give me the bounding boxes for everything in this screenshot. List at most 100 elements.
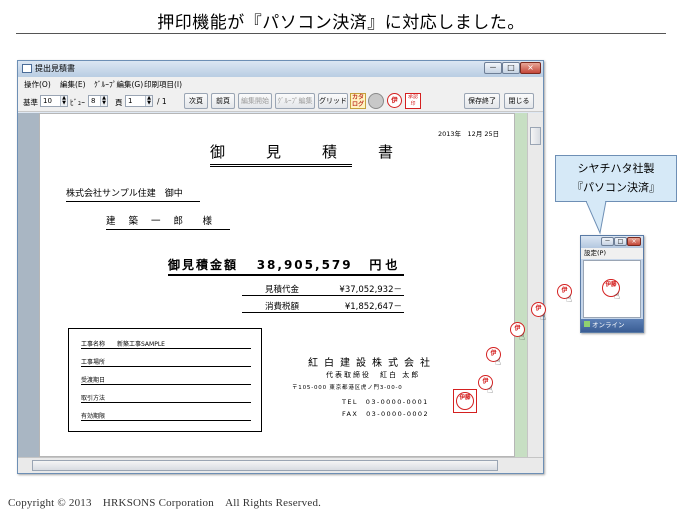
menu-group-edit[interactable]: ｸﾞﾙｰﾌﾟ編集(G) xyxy=(94,79,143,90)
callout-box: シヤチハタ社製 『パソコン決済』 xyxy=(555,155,677,202)
client-name: 株式会社サンプル住建 御中 xyxy=(66,186,200,202)
close-window-button[interactable]: × xyxy=(520,62,541,74)
menu-bar: 操作(O) 編集(E) ｸﾞﾙｰﾌﾟ編集(G) 印刷項目(I) xyxy=(18,77,543,90)
total-label: 御見積金額 xyxy=(168,258,239,272)
right-margin xyxy=(515,113,527,457)
slide-title: 押印機能が『パソコン決済』に対応しました。 xyxy=(157,13,525,33)
pc-settlement-window: － □ × 設定(P) 伊藤 ☝ オンライン xyxy=(580,235,644,333)
widget-maximize-button[interactable]: □ xyxy=(614,237,627,246)
vertical-scrollbar[interactable] xyxy=(527,113,543,457)
widget-menu-settings[interactable]: 設定(P) xyxy=(581,248,643,259)
menu-edit[interactable]: 編集(E) xyxy=(60,79,86,90)
seal-stamp: 伊藤 xyxy=(456,392,474,410)
info-row-location: 工事場所 xyxy=(81,357,251,367)
info-row-validity: 有効期限 xyxy=(81,411,251,421)
base-label: 基準 xyxy=(23,98,38,107)
estimate-value: ¥37,052,932－ xyxy=(339,285,402,295)
base-spinner[interactable]: 10 ▲ ▼ xyxy=(40,95,68,107)
disc-icon[interactable] xyxy=(368,93,384,109)
menu-operation[interactable]: 操作(O) xyxy=(24,79,51,90)
status-icon xyxy=(584,321,590,327)
info-label: 取引方法 xyxy=(81,395,106,402)
window-titlebar[interactable]: 提出見積書 － □ × xyxy=(18,61,543,77)
catalog-icon[interactable]: カタログ xyxy=(350,93,366,109)
client-person: 建 築 一 郎 様 xyxy=(106,213,230,230)
pointer-hand-icon: ☝ xyxy=(540,312,547,323)
document-date: 2013年 12月 25日 xyxy=(438,130,500,138)
page-value: 1 xyxy=(128,97,133,105)
estimate-window: 提出見積書 － □ × 操作(O) 編集(E) ｸﾞﾙｰﾌﾟ編集(G) 印刷項目… xyxy=(17,60,544,474)
pointer-hand-icon: ☝ xyxy=(566,294,573,305)
info-row-delivery: 受渡期日 xyxy=(81,375,251,385)
tax-row: 消費税額 ¥1,852,647－ xyxy=(242,300,404,313)
spinner-arrows-icon[interactable]: ▲ ▼ xyxy=(100,96,107,106)
pointer-hand-icon: ☝ xyxy=(487,385,494,396)
estimate-row: 見積代金 ¥37,052,932－ xyxy=(242,283,404,296)
seal-box: 伊藤 xyxy=(453,389,477,413)
company-address: 〒105-000 東京都港区虎ノ門3-00-0 xyxy=(292,385,403,391)
maximize-button[interactable]: □ xyxy=(502,62,520,74)
widget-titlebar[interactable]: － □ × xyxy=(581,236,643,248)
view-value: 8 xyxy=(91,97,96,105)
window-title: 提出見積書 xyxy=(35,64,75,73)
info-label: 工事場所 xyxy=(81,359,106,366)
view-label: ﾋﾞｭｰ xyxy=(70,98,85,107)
company-representative: 代表取締役 紅白 太郎 xyxy=(326,371,421,379)
toolbar: 基準 10 ▲ ▼ ﾋﾞｭｰ 8 ▲ ▼ 頁 1 ▲ ▼ / 1 次頁 前頁 編集開始 ｸﾞ… xyxy=(18,90,543,112)
info-row-payment: 取引方法 xyxy=(81,393,251,403)
menu-print-items[interactable]: 印刷項目(I) xyxy=(144,79,182,90)
next-page-button[interactable]: 次頁 xyxy=(184,93,208,109)
app-icon xyxy=(22,64,32,73)
company-fax: FAX 03-0000-0002 xyxy=(342,410,429,418)
pointer-hand-icon: ☝ xyxy=(614,291,621,302)
page-total: / 1 xyxy=(157,97,167,106)
company-name: 紅白建設株式会社 xyxy=(308,358,436,369)
save-exit-button[interactable]: 保存終了 xyxy=(464,93,500,109)
widget-status-text: オンライン xyxy=(592,321,625,329)
close-button[interactable]: 閉じる xyxy=(504,93,534,109)
minimize-button[interactable]: － xyxy=(484,62,502,74)
callout-line1: シヤチハタ社製 xyxy=(577,162,655,175)
info-row-project: 工事名称 新築工事SAMPLE xyxy=(81,339,251,349)
approval-stamp-icon[interactable]: 承認印 xyxy=(405,93,421,109)
base-value: 10 xyxy=(43,97,52,105)
widget-minimize-button[interactable]: － xyxy=(601,237,614,246)
callout-pointer xyxy=(586,201,607,235)
copyright: Copyright © 2013 HRKSONS Corporation All… xyxy=(8,497,322,509)
info-label: 有効期限 xyxy=(81,413,106,420)
spinner-arrows-icon[interactable]: ▲ ▼ xyxy=(60,96,67,106)
info-box: 工事名称 新築工事SAMPLE 工事場所 受渡期日 取引方法 有効期限 xyxy=(68,328,262,432)
edit-start-button[interactable]: 編集開始 xyxy=(238,93,272,109)
left-margin xyxy=(18,113,39,457)
widget-seal-area: 伊藤 ☝ xyxy=(583,260,641,318)
tax-value: ¥1,852,647－ xyxy=(344,302,402,312)
pointer-hand-icon: ☝ xyxy=(519,332,526,343)
title-divider xyxy=(16,33,666,34)
seal-stamp-icon[interactable]: 伊 xyxy=(387,93,402,108)
estimate-document: 2013年 12月 25日 御 見 積 書 株式会社サンプル住建 御中 建 築 … xyxy=(39,113,515,457)
total-amount: 御見積金額 38,905,579 円也 xyxy=(168,256,404,276)
info-label: 受渡期日 xyxy=(81,377,106,384)
info-value: 新築工事SAMPLE xyxy=(117,341,165,348)
total-value: 38,905,579 xyxy=(256,258,353,272)
spinner-arrows-icon[interactable]: ▲ ▼ xyxy=(145,96,152,106)
info-label: 工事名称 xyxy=(81,341,106,348)
page-spinner[interactable]: 1 ▲ ▼ xyxy=(125,95,153,107)
tax-label: 消費税額 xyxy=(265,302,300,312)
group-edit-button[interactable]: ｸﾞﾙｰﾌﾟ編集 xyxy=(275,93,315,109)
scroll-thumb[interactable] xyxy=(530,127,541,145)
document-heading: 御 見 積 書 xyxy=(210,141,393,167)
scroll-thumb[interactable] xyxy=(32,460,498,471)
horizontal-scrollbar[interactable] xyxy=(18,457,543,473)
total-suffix: 円也 xyxy=(369,258,402,272)
pointer-hand-icon: ☝ xyxy=(495,357,502,368)
callout-line2: 『パソコン決済』 xyxy=(572,181,660,194)
prev-page-button[interactable]: 前頁 xyxy=(211,93,235,109)
company-tel: TEL 03-0000-0001 xyxy=(342,398,429,406)
view-spinner[interactable]: 8 ▲ ▼ xyxy=(88,95,108,107)
grid-button[interactable]: グリッド xyxy=(318,93,348,109)
estimate-label: 見積代金 xyxy=(265,285,300,295)
page-label: 頁 xyxy=(115,98,123,107)
widget-close-button[interactable]: × xyxy=(627,237,641,246)
widget-status-bar: オンライン xyxy=(581,319,643,332)
